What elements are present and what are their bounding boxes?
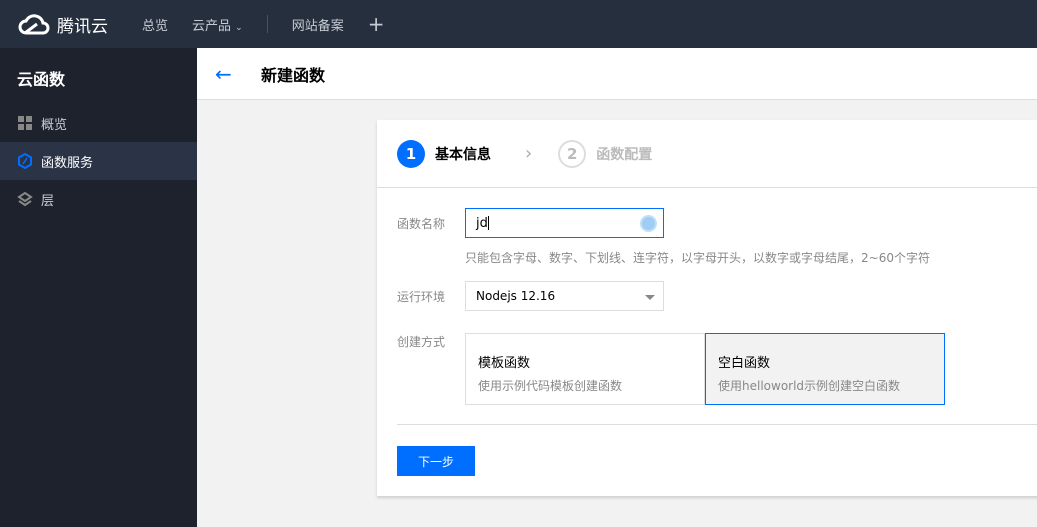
function-hexagon-icon — [17, 153, 33, 169]
nav-products-label: 云产品 — [192, 18, 232, 34]
runtime-value: Nodejs 12.16 — [476, 289, 556, 303]
back-arrow-icon[interactable]: ← — [215, 62, 261, 86]
blank-function-option[interactable]: 空白函数 使用helloworld示例创建空白函数 — [705, 333, 945, 405]
name-row: 函数名称 jd — [397, 208, 664, 238]
next-step-button[interactable]: 下一步 — [397, 446, 475, 476]
sidebar-item-label: 函数服务 — [41, 155, 94, 171]
brand-logo[interactable]: 腾讯云 — [17, 12, 142, 37]
divider — [397, 424, 1037, 425]
sidebar-item-functions[interactable]: 函数服务 — [0, 142, 197, 180]
page-header: ← 新建函数 — [197, 48, 1037, 100]
step-2-number: 2 — [558, 139, 587, 168]
sidebar-title: 云函数 — [17, 70, 66, 89]
nav-overview[interactable]: 总览 — [142, 15, 168, 34]
history-clock-icon[interactable] — [640, 215, 657, 232]
method-label: 创建方式 — [397, 335, 446, 349]
top-bar: 腾讯云 总览 云产品 ⌄ 网站备案 + — [0, 0, 1037, 48]
step-2-label: 函数配置 — [596, 146, 653, 163]
text-cursor — [487, 216, 489, 230]
layers-icon — [17, 191, 33, 207]
chevron-down-icon: ⌄ — [235, 22, 243, 33]
name-label: 函数名称 — [397, 216, 446, 231]
stepper: 1 基本信息 › 2 函数配置 — [377, 120, 1037, 188]
method-row: 创建方式 模板函数 使用示例代码模板创建函数 空白函数 使用helloworld… — [397, 333, 945, 405]
caret-down-icon — [645, 295, 655, 300]
page-title: 新建函数 — [261, 65, 326, 85]
brand-name: 腾讯云 — [57, 16, 108, 37]
runtime-select[interactable]: Nodejs 12.16 — [465, 281, 664, 311]
sidebar-item-layers[interactable]: 层 — [0, 180, 197, 218]
template-function-option[interactable]: 模板函数 使用示例代码模板创建函数 — [465, 333, 705, 405]
sidebar-item-label: 概览 — [41, 117, 68, 133]
runtime-label: 运行环境 — [397, 289, 446, 304]
divider — [266, 15, 268, 33]
create-function-card: 1 基本信息 › 2 函数配置 函数名称 jd 只能包含字母、数字、下划线、连字… — [377, 120, 1037, 496]
cloud-logo-icon — [18, 14, 50, 35]
nav-icp[interactable]: 网站备案 — [292, 15, 344, 34]
plus-icon[interactable]: + — [368, 12, 385, 36]
sidebar: 云函数 概览 函数服务 层 — [0, 48, 197, 527]
name-hint: 只能包含字母、数字、下划线、连字符，以字母开头，以数字或字母结尾，2~60个字符 — [465, 251, 930, 265]
function-name-input[interactable]: jd — [465, 208, 664, 238]
function-name-value: jd — [476, 215, 488, 231]
sidebar-item-overview[interactable]: 概览 — [0, 104, 197, 142]
step-1-label: 基本信息 — [435, 146, 491, 163]
option-title: 空白函数 — [718, 356, 771, 371]
chevron-right-icon: › — [525, 143, 533, 164]
option-desc: 使用示例代码模板创建函数 — [478, 379, 623, 393]
sidebar-item-label: 层 — [41, 193, 55, 209]
grid-icon — [17, 115, 33, 131]
option-desc: 使用helloworld示例创建空白函数 — [718, 379, 901, 393]
nav-products[interactable]: 云产品 ⌄ — [192, 15, 243, 34]
runtime-row: 运行环境 Nodejs 12.16 — [397, 281, 664, 311]
option-title: 模板函数 — [478, 356, 531, 371]
step-1-number: 1 — [397, 139, 425, 168]
